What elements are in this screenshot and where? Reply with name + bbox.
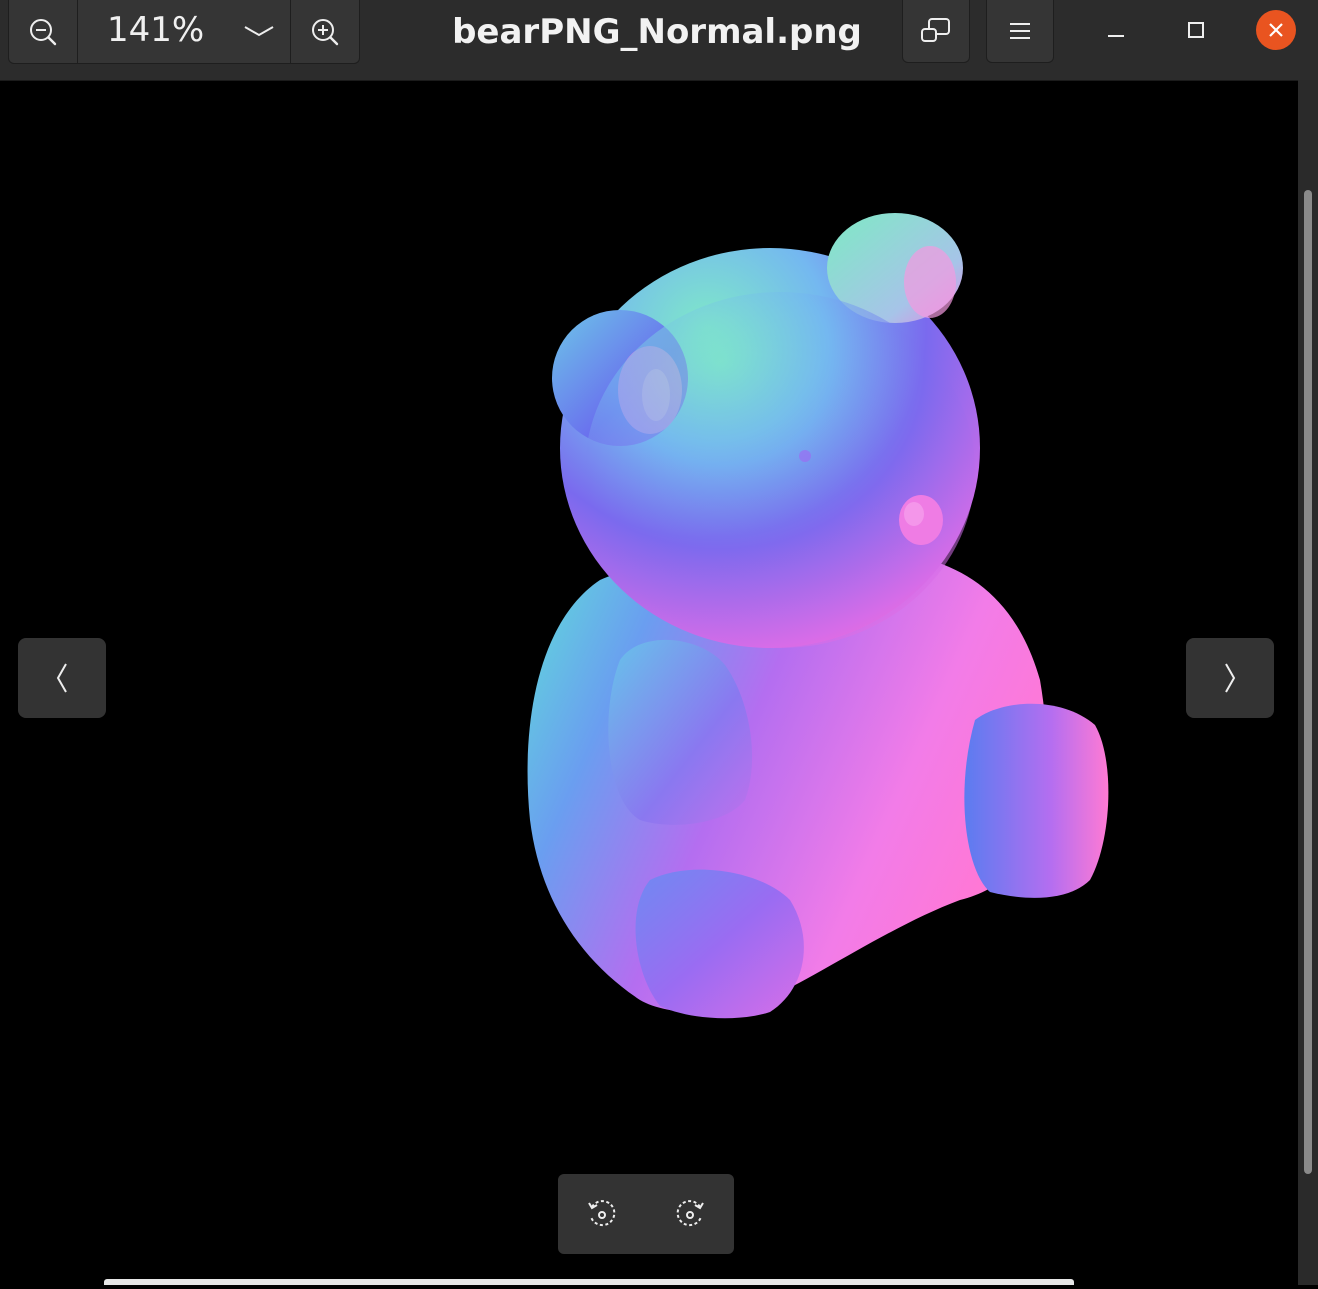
minimize-icon xyxy=(1108,35,1124,37)
chevron-left-icon xyxy=(56,663,67,693)
main-menu-button[interactable] xyxy=(986,0,1054,63)
zoom-out-button[interactable] xyxy=(9,0,78,63)
maximize-button[interactable] xyxy=(1176,10,1216,50)
close-icon xyxy=(1269,23,1283,37)
gallery-icon xyxy=(921,18,950,42)
chevron-right-icon xyxy=(1225,663,1236,693)
gallery-button[interactable] xyxy=(902,0,970,63)
minimize-button[interactable] xyxy=(1096,10,1136,50)
close-button[interactable] xyxy=(1256,10,1296,50)
header-bar: 141% bearPNG_Normal.png xyxy=(0,0,1318,81)
vertical-scrollbar-thumb[interactable] xyxy=(1304,190,1312,1174)
rotate-left-icon xyxy=(588,1200,616,1227)
image-canvas xyxy=(0,81,1298,1285)
rotate-controls xyxy=(558,1174,734,1254)
zoom-level-dropdown[interactable]: 141% xyxy=(77,0,291,63)
zoom-out-icon xyxy=(30,18,57,45)
rotate-right-icon xyxy=(676,1200,704,1227)
previous-image-button[interactable] xyxy=(18,638,106,718)
zoom-in-icon xyxy=(312,18,339,45)
zoom-controls: 141% xyxy=(8,0,360,64)
next-image-button[interactable] xyxy=(1186,638,1274,718)
zoom-in-button[interactable] xyxy=(290,0,359,63)
hamburger-menu-icon xyxy=(1010,23,1030,39)
window-title: bearPNG_Normal.png xyxy=(452,12,862,52)
maximize-icon xyxy=(1188,22,1204,38)
zoom-level-value: 141% xyxy=(107,10,205,50)
rotate-right-button[interactable] xyxy=(646,1174,734,1254)
chevron-down-icon xyxy=(244,26,274,37)
bear-image xyxy=(527,213,1109,1019)
rotate-left-button[interactable] xyxy=(558,1174,646,1254)
horizontal-scrollbar[interactable] xyxy=(104,1279,1074,1285)
